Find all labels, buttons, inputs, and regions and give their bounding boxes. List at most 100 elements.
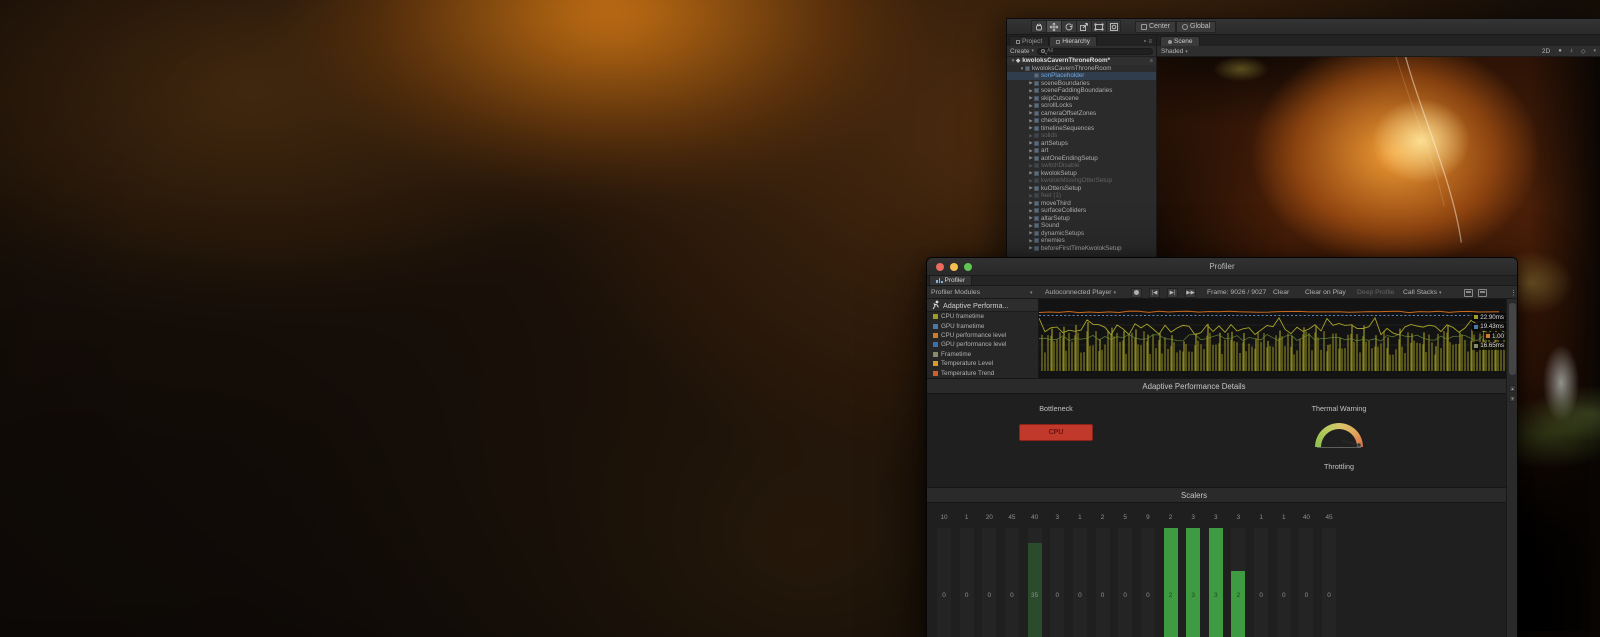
scene-effects-icon[interactable]: ◇	[1581, 48, 1586, 55]
rect-tool-button[interactable]	[1091, 20, 1106, 33]
hierarchy-search-input[interactable]: All	[1037, 48, 1153, 55]
clear-on-play-button[interactable]: Clear on Play	[1305, 286, 1346, 299]
deep-profile-button[interactable]: Deep Profile	[1357, 286, 1394, 299]
scene-gizmos-dropdown-icon[interactable]: ▾	[1593, 48, 1596, 54]
hierarchy-item[interactable]: ▶sceneBoundaries	[1007, 80, 1156, 88]
rotate-tool-button[interactable]	[1061, 20, 1076, 33]
load-profile-icon[interactable]	[1478, 286, 1487, 299]
hierarchy-item[interactable]: ▶enemies	[1007, 237, 1156, 245]
profiler-titlebar[interactable]: Profiler	[927, 258, 1517, 276]
scene-options-icon[interactable]: ≡	[1150, 58, 1153, 64]
legend-label: Temperature Level	[941, 360, 993, 367]
gameobject-cube-icon	[1034, 223, 1039, 228]
scaler-current-label: 3	[1186, 592, 1200, 599]
legend-item[interactable]: Temperature Level	[933, 359, 1038, 368]
gameobject-cube-icon	[1034, 238, 1039, 243]
hierarchy-item[interactable]: ▶surfaceColliders	[1007, 207, 1156, 215]
hierarchy-item[interactable]: ▶Sound	[1007, 222, 1156, 230]
legend-item[interactable]: Frametime	[933, 350, 1038, 359]
scene-audio-icon[interactable]: ♪	[1570, 48, 1573, 54]
thermal-gauge-baseline	[1317, 447, 1361, 448]
profiler-timeline-chart[interactable]: 22.90ms19.43ms1.0016.65ms	[1039, 299, 1508, 378]
create-dropdown[interactable]: Create▾	[1010, 48, 1034, 55]
scaler-current-label: 3	[1209, 592, 1223, 599]
scaler-column: 10	[1073, 513, 1087, 637]
hierarchy-create-row: Create▾ All	[1007, 46, 1156, 57]
next-frame-button[interactable]: ▶|	[1167, 286, 1178, 299]
scene-light-icon[interactable]: ●	[1558, 48, 1562, 54]
hierarchy-item[interactable]: ▼kwoloksCavernThroneRoom	[1007, 65, 1156, 73]
scrollbar-thumb[interactable]	[1509, 303, 1516, 375]
hierarchy-item[interactable]: ▶kwolokSetup	[1007, 170, 1156, 178]
scene-toolbar: Shaded ▾ 2D ● ♪ ◇ ▾	[1157, 46, 1600, 57]
profiler-modules-caret-icon: ▾	[1030, 286, 1033, 299]
hierarchy-item[interactable]: sonPlaceholder	[1007, 72, 1156, 80]
space-global-button[interactable]: Global	[1176, 21, 1216, 33]
clear-button[interactable]: Clear	[1273, 286, 1289, 299]
scaler-current-label: 0	[1050, 592, 1064, 599]
pivot-center-button[interactable]: Center	[1135, 21, 1176, 33]
legend-item[interactable]: CPU performance level	[933, 331, 1038, 340]
gameobject-cube-icon	[1034, 88, 1039, 93]
lock-icon[interactable]: ⚬≡	[1142, 38, 1153, 45]
window-title: Profiler	[927, 262, 1517, 271]
save-profile-icon[interactable]	[1464, 286, 1473, 299]
hierarchy-item[interactable]: ▶feet (1)	[1007, 192, 1156, 200]
tab-project[interactable]: Project	[1009, 36, 1049, 46]
call-stacks-dropdown[interactable]: Call Stacks ▾	[1403, 286, 1442, 299]
kebab-menu-icon[interactable]: ⋮	[1510, 286, 1517, 299]
hierarchy-item[interactable]: ▶cameraOffsetZones	[1007, 110, 1156, 118]
scaler-track: 0	[1299, 528, 1313, 637]
hierarchy-item[interactable]: ▶solids	[1007, 132, 1156, 140]
tab-hierarchy[interactable]: Hierarchy	[1049, 36, 1097, 46]
hierarchy-item[interactable]: ▶moveThird	[1007, 200, 1156, 208]
prev-frame-button[interactable]: |◀	[1149, 286, 1160, 299]
scaler-column: 10	[1277, 513, 1291, 637]
gameobject-cube-icon	[1034, 156, 1039, 161]
hierarchy-scene-row[interactable]: ▼◆kwoloksCavernThroneRoom*≡	[1007, 57, 1156, 65]
hierarchy-item[interactable]: ▶timelineSequences	[1007, 125, 1156, 133]
legend-item[interactable]: GPU frametime	[933, 321, 1038, 330]
scaler-track: 0	[982, 528, 996, 637]
scroll-down-icon[interactable]: ▼	[1509, 395, 1516, 402]
hierarchy-item[interactable]: ▶sceneFaddingBoundaries	[1007, 87, 1156, 95]
profiler-modules-dropdown[interactable]: Profiler Modules	[931, 286, 980, 299]
hierarchy-item[interactable]: ▶altarSetup	[1007, 215, 1156, 223]
hierarchy-item[interactable]: ▶scrollLocks	[1007, 102, 1156, 110]
vertical-scrollbar[interactable]: ▲ ▼	[1506, 299, 1517, 637]
hand-tool-button[interactable]	[1031, 20, 1046, 33]
scaler-column: 33	[1209, 513, 1223, 637]
hierarchy-item[interactable]: ▶dynamicSetups	[1007, 230, 1156, 238]
hierarchy-item[interactable]: ▶switchDisable	[1007, 162, 1156, 170]
target-player-dropdown[interactable]: Autoconnected Player ▾	[1045, 286, 1116, 299]
hierarchy-item-label: checkpoints	[1041, 117, 1074, 124]
scaler-column: 10	[1254, 513, 1268, 637]
scale-tool-button[interactable]	[1076, 20, 1091, 33]
move-tool-button[interactable]	[1046, 20, 1061, 33]
scaler-max-label: 3	[1231, 513, 1245, 522]
scaler-bar	[1164, 528, 1178, 637]
hierarchy-item[interactable]: ▶skipCutscene	[1007, 95, 1156, 103]
hierarchy-item[interactable]: ▶aotOneEndingSetup	[1007, 155, 1156, 163]
scaler-max-label: 3	[1050, 513, 1064, 522]
tab-profiler[interactable]: Profiler	[929, 275, 972, 285]
hierarchy-item[interactable]: ▶checkpoints	[1007, 117, 1156, 125]
hierarchy-item[interactable]: ▶art	[1007, 147, 1156, 155]
scroll-up-icon[interactable]: ▲	[1509, 385, 1516, 392]
current-frame-button[interactable]: ▶▶	[1185, 286, 1196, 299]
tab-scene[interactable]: Scene	[1160, 36, 1200, 46]
legend-item[interactable]: CPU frametime	[933, 312, 1038, 321]
hierarchy-item[interactable]: ▶kwolokMissingOtterSetup	[1007, 177, 1156, 185]
hierarchy-item[interactable]: ▶artSetups	[1007, 140, 1156, 148]
hierarchy-item[interactable]: ▶kuOttersSetup	[1007, 185, 1156, 193]
scene-tab-icon	[1168, 40, 1172, 44]
draw-mode-dropdown[interactable]: Shaded ▾	[1161, 48, 1188, 55]
legend-item[interactable]: Temperature Trend	[933, 368, 1038, 377]
gameobject-cube-icon	[1034, 133, 1039, 138]
toggle-2d-button[interactable]: 2D	[1542, 48, 1550, 55]
legend-item[interactable]: GPU performance level	[933, 340, 1038, 349]
transform-tool-button[interactable]	[1106, 20, 1121, 33]
module-header[interactable]: Adaptive Performa...	[927, 299, 1038, 312]
hierarchy-item[interactable]: ▶beforeFirstTimeKwolokSetup	[1007, 245, 1156, 253]
record-button[interactable]	[1131, 286, 1142, 299]
